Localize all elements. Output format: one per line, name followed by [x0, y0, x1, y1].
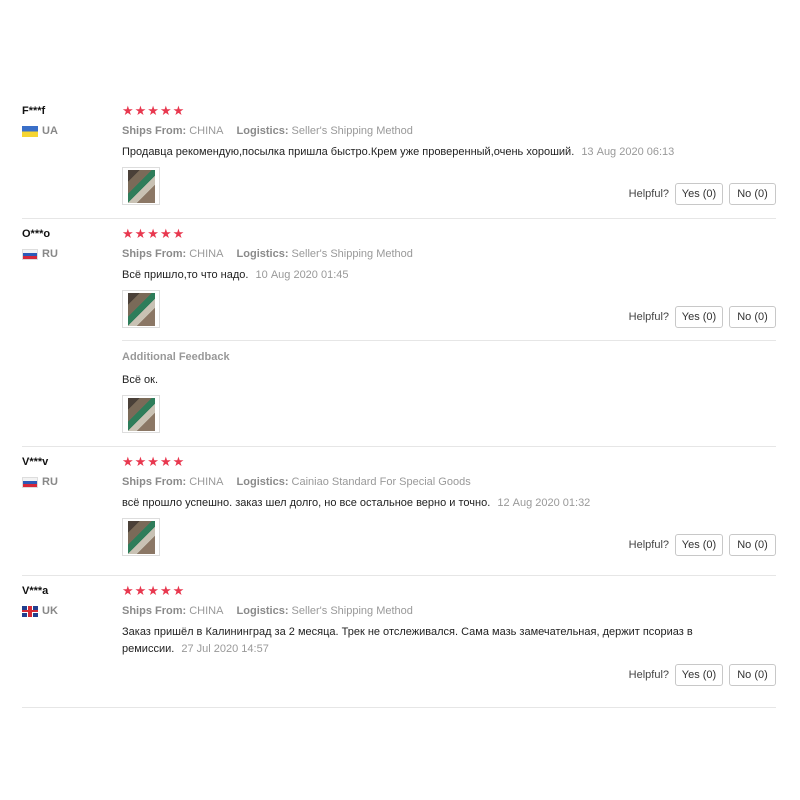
logistics-label: Logistics:	[236, 248, 289, 260]
star-rating: ★★★★★	[122, 454, 186, 469]
ukraine-flag-icon	[22, 125, 38, 137]
buyer-country: RU	[22, 476, 117, 488]
country-code: RU	[42, 476, 58, 488]
buyer-country: UA	[22, 125, 117, 137]
ships-from-label: Ships From:	[122, 125, 187, 137]
helpful-no-button[interactable]: No (0)	[729, 534, 776, 556]
helpful-vote: Helpful? Yes (0) No (0)	[629, 183, 776, 205]
buyer-name: V***a	[22, 585, 49, 597]
additional-feedback-title: Additional Feedback	[122, 351, 230, 363]
review-body: Всё пришло,то что надо.	[122, 269, 249, 281]
review-body: Продавца рекомендую,посылка пришла быстр…	[122, 146, 575, 158]
review-date: 12 Aug 2020 01:32	[497, 497, 591, 509]
review-meta: Ships From: CHINA Logistics: Seller's Sh…	[122, 604, 776, 618]
review-item: V***v RU ★★★★★ Ships From: CHINA Logisti…	[22, 447, 776, 576]
review-footer: Helpful? Yes (0) No (0)	[122, 167, 776, 205]
country-code: RU	[42, 248, 58, 260]
review-meta: Ships From: CHINA Logistics: Seller's Sh…	[122, 124, 776, 138]
review-item: F***f UA ★★★★★ Ships From: CHINA Logisti…	[22, 96, 776, 219]
ships-from-value: CHINA	[189, 248, 224, 260]
buyer-info: V***a UK	[22, 584, 117, 617]
helpful-no-button[interactable]: No (0)	[729, 306, 776, 328]
helpful-yes-button[interactable]: Yes (0)	[675, 534, 723, 556]
buyer-info: O***o RU	[22, 227, 117, 260]
review-text: Всё пришло,то что надо. 10 Aug 2020 01:4…	[122, 267, 702, 284]
review-date: 13 Aug 2020 06:13	[581, 146, 675, 158]
review-content: ★★★★★ Ships From: CHINA Logistics: Selle…	[122, 576, 776, 700]
review-content: ★★★★★ Ships From: CHINA Logistics: Selle…	[122, 219, 776, 447]
review-meta: Ships From: CHINA Logistics: Cainiao Sta…	[122, 475, 776, 489]
review-date: 10 Aug 2020 01:45	[255, 269, 349, 281]
helpful-label: Helpful?	[628, 539, 669, 551]
ships-from-value: CHINA	[189, 476, 224, 488]
ships-from-label: Ships From:	[122, 248, 187, 260]
helpful-label: Helpful?	[628, 669, 669, 681]
review-list: F***f UA ★★★★★ Ships From: CHINA Logisti…	[22, 96, 776, 708]
review-text: Заказ пришёл в Калининград за 2 месяца. …	[122, 624, 702, 658]
review-content: ★★★★★ Ships From: CHINA Logistics: Selle…	[122, 96, 776, 219]
helpful-yes-button[interactable]: Yes (0)	[675, 183, 723, 205]
helpful-yes-button[interactable]: Yes (0)	[675, 306, 723, 328]
review-footer: Helpful? Yes (0) No (0)	[122, 518, 776, 556]
ships-from-value: CHINA	[189, 125, 224, 137]
ships-from-label: Ships From:	[122, 476, 187, 488]
review-meta: Ships From: CHINA Logistics: Seller's Sh…	[122, 247, 776, 261]
helpful-no-button[interactable]: No (0)	[729, 664, 776, 686]
buyer-name: F***f	[22, 105, 46, 117]
review-footer: Helpful? Yes (0) No (0)	[122, 664, 776, 686]
helpful-vote: Helpful? Yes (0) No (0)	[629, 534, 776, 556]
ships-from-label: Ships From:	[122, 605, 187, 617]
review-body: всё прошло успешно. заказ шел долго, но …	[122, 497, 491, 509]
helpful-no-button[interactable]: No (0)	[729, 183, 776, 205]
helpful-vote: Helpful? Yes (0) No (0)	[629, 306, 776, 328]
additional-feedback-text: Всё ок.	[122, 374, 158, 386]
star-rating: ★★★★★	[122, 103, 186, 118]
buyer-country: UK	[22, 605, 117, 617]
logistics-value: Seller's Shipping Method	[291, 605, 413, 617]
ships-from-value: CHINA	[189, 605, 224, 617]
helpful-label: Helpful?	[628, 188, 669, 200]
review-item: O***o RU ★★★★★ Ships From: CHINA Logisti…	[22, 219, 776, 447]
review-content: ★★★★★ Ships From: CHINA Logistics: Caini…	[122, 447, 776, 570]
star-rating: ★★★★★	[122, 583, 186, 598]
logistics-value: Seller's Shipping Method	[291, 125, 413, 137]
country-code: UK	[42, 605, 58, 617]
buyer-name: O***o	[22, 228, 51, 240]
buyer-info: F***f UA	[22, 104, 117, 137]
russia-flag-icon	[22, 476, 38, 488]
country-code: UA	[42, 125, 58, 137]
helpful-yes-button[interactable]: Yes (0)	[675, 664, 723, 686]
additional-feedback: Additional Feedback Всё ок.	[122, 340, 776, 433]
russia-flag-icon	[22, 248, 38, 260]
logistics-value: Cainiao Standard For Special Goods	[291, 476, 471, 488]
helpful-vote: Helpful? Yes (0) No (0)	[629, 664, 776, 686]
helpful-label: Helpful?	[628, 311, 669, 323]
review-footer: Helpful? Yes (0) No (0)	[122, 290, 776, 328]
logistics-label: Logistics:	[236, 605, 289, 617]
review-photo-thumbnail[interactable]	[122, 518, 160, 556]
review-text: Продавца рекомендую,посылка пришла быстр…	[122, 144, 702, 161]
logistics-label: Logistics:	[236, 125, 289, 137]
additional-photo-thumbnail[interactable]	[122, 395, 160, 433]
uk-flag-icon	[22, 605, 38, 617]
review-photo-thumbnail[interactable]	[122, 290, 160, 328]
logistics-value: Seller's Shipping Method	[291, 248, 413, 260]
buyer-name: V***v	[22, 456, 49, 468]
logistics-label: Logistics:	[236, 476, 289, 488]
buyer-info: V***v RU	[22, 455, 117, 488]
review-text: всё прошло успешно. заказ шел долго, но …	[122, 495, 702, 512]
review-item: V***a UK ★★★★★ Ships From: CHINA Logisti…	[22, 576, 776, 708]
review-photo-thumbnail[interactable]	[122, 167, 160, 205]
buyer-country: RU	[22, 248, 117, 260]
star-rating: ★★★★★	[122, 226, 186, 241]
review-date: 27 Jul 2020 14:57	[181, 643, 269, 655]
